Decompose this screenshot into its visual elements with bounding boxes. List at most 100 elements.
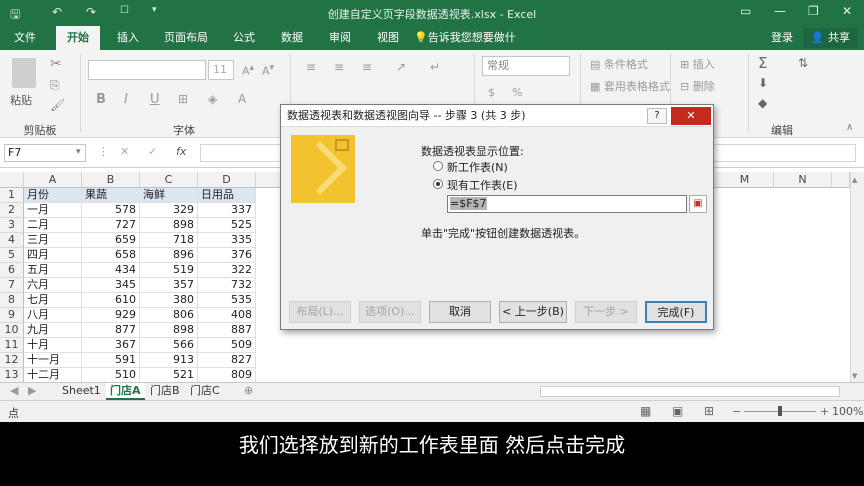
tab-view[interactable]: 视图 bbox=[368, 26, 408, 50]
value-cell[interactable]: 898 bbox=[140, 323, 198, 338]
help-button[interactable]: ? bbox=[647, 108, 667, 124]
header-cell[interactable]: 果蔬 bbox=[82, 188, 140, 203]
radio-existing-sheet[interactable] bbox=[433, 179, 443, 189]
value-cell[interactable]: 510 bbox=[82, 368, 140, 382]
value-cell[interactable]: 913 bbox=[140, 353, 198, 368]
collapse-dialog-icon[interactable]: ▣ bbox=[689, 195, 707, 213]
header-cell[interactable]: 海鲜 bbox=[140, 188, 198, 203]
select-all-corner[interactable] bbox=[0, 172, 24, 188]
month-cell[interactable]: 四月 bbox=[24, 248, 82, 263]
normal-view-icon[interactable]: ▦ bbox=[640, 404, 651, 418]
tab-insert[interactable]: 插入 bbox=[108, 26, 148, 50]
ribbon-options-icon[interactable]: ▭ bbox=[740, 4, 751, 18]
close-icon[interactable]: ✕ bbox=[842, 4, 852, 18]
prev-sheet-icon[interactable]: ◀ bbox=[6, 383, 22, 400]
row-header[interactable]: 12 bbox=[0, 353, 24, 368]
zoom-out-icon[interactable]: − bbox=[732, 405, 741, 418]
value-cell[interactable]: 335 bbox=[198, 233, 256, 248]
currency-icon[interactable]: $ bbox=[488, 86, 495, 99]
scroll-up-icon[interactable]: ▲ bbox=[852, 176, 857, 184]
value-cell[interactable]: 887 bbox=[198, 323, 256, 338]
tab-home[interactable]: 开始 bbox=[56, 26, 100, 50]
row-header[interactable]: 13 bbox=[0, 368, 24, 382]
paste-label[interactable]: 粘贴 bbox=[10, 92, 32, 108]
tab-formulas[interactable]: 公式 bbox=[224, 26, 264, 50]
finish-button[interactable]: 完成(F) bbox=[645, 301, 707, 323]
header-cell[interactable]: 日用品 bbox=[198, 188, 256, 203]
radio-existing-sheet-label[interactable]: 现有工作表(E) bbox=[447, 177, 518, 193]
value-cell[interactable]: 732 bbox=[198, 278, 256, 293]
value-cell[interactable]: 929 bbox=[82, 308, 140, 323]
value-cell[interactable]: 535 bbox=[198, 293, 256, 308]
page-layout-view-icon[interactable]: ▣ bbox=[672, 404, 683, 418]
row-header[interactable]: 9 bbox=[0, 308, 24, 323]
column-header[interactable]: N bbox=[774, 172, 832, 188]
clear-icon[interactable]: ◆ bbox=[758, 96, 767, 110]
row-header[interactable]: 4 bbox=[0, 233, 24, 248]
back-button[interactable]: < 上一步(B) bbox=[499, 301, 567, 323]
cancel-button[interactable]: 取消 bbox=[429, 301, 491, 323]
value-cell[interactable]: 525 bbox=[198, 218, 256, 233]
fill-color-icon[interactable]: ◈ bbox=[208, 92, 217, 106]
sheet-tab-active[interactable]: 门店A bbox=[106, 383, 145, 400]
tab-review[interactable]: 审阅 bbox=[320, 26, 360, 50]
row-header[interactable]: 6 bbox=[0, 263, 24, 278]
value-cell[interactable]: 658 bbox=[82, 248, 140, 263]
zoom-in-icon[interactable]: + bbox=[820, 405, 829, 418]
radio-new-sheet-label[interactable]: 新工作表(N) bbox=[447, 159, 508, 175]
tab-data[interactable]: 数据 bbox=[272, 26, 312, 50]
row-header[interactable]: 11 bbox=[0, 338, 24, 353]
row-header[interactable]: 10 bbox=[0, 323, 24, 338]
value-cell[interactable]: 896 bbox=[140, 248, 198, 263]
value-cell[interactable]: 408 bbox=[198, 308, 256, 323]
value-cell[interactable]: 718 bbox=[140, 233, 198, 248]
align-middle-icon[interactable]: ≡ bbox=[334, 60, 344, 74]
underline-button[interactable]: U bbox=[150, 92, 160, 107]
next-button[interactable]: 下一步 > bbox=[575, 301, 637, 323]
sort-filter-icon[interactable]: ⇅ bbox=[798, 56, 808, 70]
value-cell[interactable]: 509 bbox=[198, 338, 256, 353]
value-cell[interactable]: 610 bbox=[82, 293, 140, 308]
row-header[interactable]: 8 bbox=[0, 293, 24, 308]
month-cell[interactable]: 三月 bbox=[24, 233, 82, 248]
tab-page-layout[interactable]: 页面布局 bbox=[158, 26, 214, 50]
month-cell[interactable]: 八月 bbox=[24, 308, 82, 323]
conditional-format-button[interactable]: ▤ 条件格式 bbox=[590, 56, 648, 72]
month-cell[interactable]: 五月 bbox=[24, 263, 82, 278]
value-cell[interactable]: 329 bbox=[140, 203, 198, 218]
row-header[interactable]: 1 bbox=[0, 188, 24, 203]
value-cell[interactable]: 578 bbox=[82, 203, 140, 218]
dialog-close-button[interactable]: ✕ bbox=[671, 107, 711, 125]
row-header[interactable]: 2 bbox=[0, 203, 24, 218]
value-cell[interactable]: 434 bbox=[82, 263, 140, 278]
autosum-icon[interactable]: Σ bbox=[758, 54, 767, 72]
cancel-entry-icon[interactable]: ✕ bbox=[120, 145, 129, 158]
zoom-level[interactable]: 100% bbox=[832, 405, 863, 418]
italic-button[interactable]: I bbox=[124, 92, 128, 107]
percent-icon[interactable]: % bbox=[512, 86, 522, 99]
font-size-box[interactable]: 11 bbox=[208, 60, 234, 80]
column-header[interactable]: M bbox=[716, 172, 774, 188]
shrink-font-icon[interactable]: A▾ bbox=[262, 62, 274, 78]
insert-function-icon[interactable]: fx bbox=[176, 145, 186, 158]
radio-new-sheet[interactable] bbox=[433, 161, 443, 171]
wrap-text-icon[interactable]: ↵ bbox=[430, 60, 440, 74]
name-box[interactable]: F7 bbox=[4, 144, 86, 162]
cut-icon[interactable]: ✂ bbox=[50, 56, 62, 72]
minimize-icon[interactable]: — bbox=[774, 4, 786, 18]
value-cell[interactable]: 357 bbox=[140, 278, 198, 293]
header-cell[interactable]: 月份 bbox=[24, 188, 82, 203]
month-cell[interactable]: 十月 bbox=[24, 338, 82, 353]
row-header[interactable]: 3 bbox=[0, 218, 24, 233]
tab-file[interactable]: 文件 bbox=[0, 26, 50, 50]
horizontal-scrollbar[interactable] bbox=[540, 386, 840, 397]
next-sheet-icon[interactable]: ▶ bbox=[24, 383, 40, 400]
login-link[interactable]: 登录 bbox=[764, 26, 800, 50]
font-color-icon[interactable]: A bbox=[238, 92, 246, 106]
value-cell[interactable]: 337 bbox=[198, 203, 256, 218]
value-cell[interactable]: 376 bbox=[198, 248, 256, 263]
location-range-input[interactable]: =$F$7 bbox=[447, 195, 687, 213]
row-header[interactable]: 7 bbox=[0, 278, 24, 293]
zoom-slider-thumb[interactable] bbox=[778, 406, 782, 416]
confirm-entry-icon[interactable]: ✓ bbox=[148, 145, 157, 158]
